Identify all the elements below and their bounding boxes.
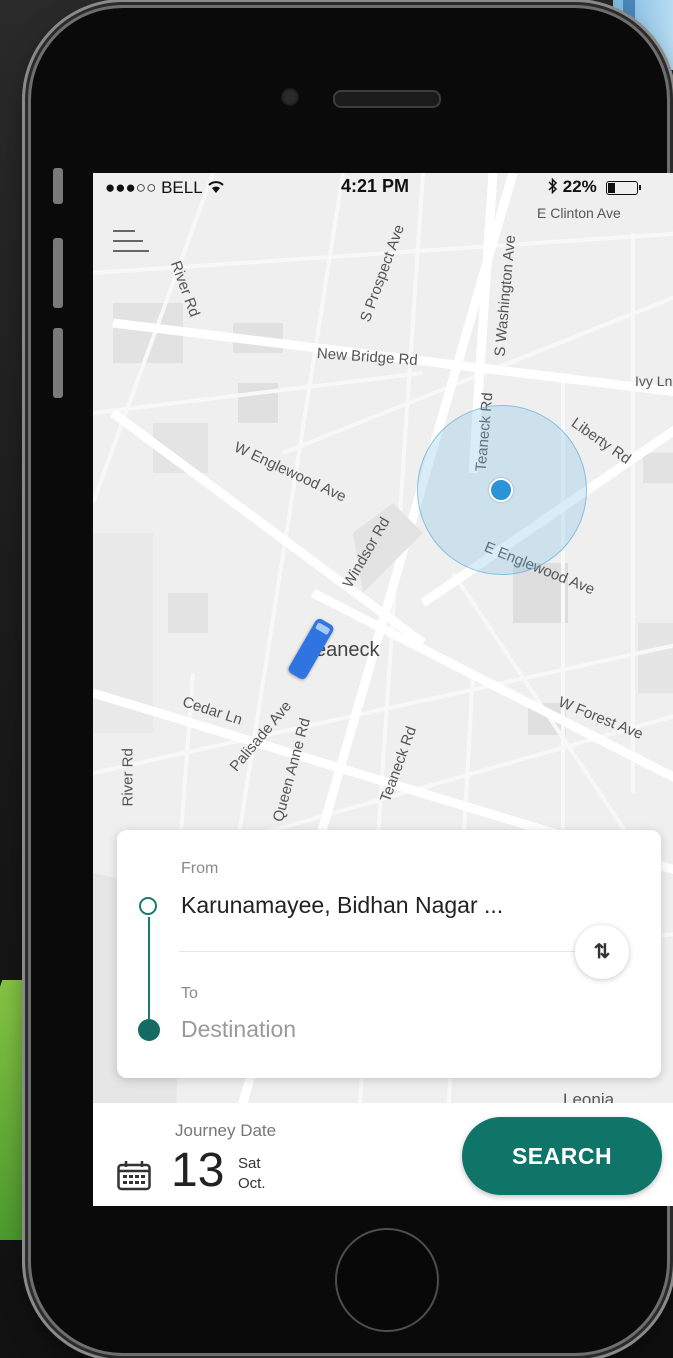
status-battery-group: 22% bbox=[548, 177, 641, 197]
bottom-bar: Journey Date 13 Sat Oct. SEARCH bbox=[93, 1103, 673, 1206]
status-bar: ●●●○○ BELL 4:21 PM 22% bbox=[93, 173, 673, 201]
swap-icon: ⇅ bbox=[593, 941, 611, 963]
mute-switch bbox=[53, 168, 63, 204]
from-field[interactable]: Karunamayee, Bidhan Nagar ... bbox=[181, 892, 503, 919]
calendar-icon[interactable] bbox=[117, 1161, 151, 1191]
stage: E Clinton Ave S Prospect Ave S Washingto… bbox=[0, 0, 673, 1358]
bluetooth-icon bbox=[548, 177, 558, 195]
home-button[interactable] bbox=[335, 1228, 439, 1332]
earpiece-speaker bbox=[333, 90, 441, 108]
route-card: From Karunamayee, Bidhan Nagar ... ⇅ To … bbox=[117, 830, 661, 1078]
journey-weekday: Sat bbox=[238, 1155, 261, 1172]
map-label-ivy-ln: Ivy Ln bbox=[635, 373, 673, 389]
app-screen: E Clinton Ave S Prospect Ave S Washingto… bbox=[93, 173, 673, 1206]
origin-circle-icon bbox=[139, 897, 157, 915]
menu-bar-top bbox=[113, 230, 135, 232]
battery-icon bbox=[605, 180, 641, 195]
battery-percentage: 22% bbox=[562, 177, 597, 196]
carrier-text: ●●●○○ BELL bbox=[105, 178, 203, 197]
from-label: From bbox=[181, 860, 219, 877]
search-button[interactable]: SEARCH bbox=[462, 1117, 662, 1195]
volume-down-button bbox=[53, 328, 63, 398]
menu-bar-middle bbox=[113, 240, 143, 242]
map-label-e-clinton-ave: E Clinton Ave bbox=[537, 205, 621, 221]
status-carrier: ●●●○○ BELL bbox=[105, 178, 225, 198]
front-camera bbox=[281, 88, 299, 106]
map-label-river-rd-bottom: River Rd bbox=[119, 748, 137, 807]
menu-bar-bottom bbox=[113, 250, 149, 252]
route-connector-line bbox=[148, 917, 150, 1019]
destination-field[interactable]: Destination bbox=[181, 1016, 296, 1043]
wifi-icon bbox=[208, 181, 224, 193]
current-location-dot bbox=[489, 478, 513, 502]
journey-month: Oct. bbox=[238, 1175, 266, 1192]
route-divider bbox=[179, 951, 599, 952]
volume-up-button bbox=[53, 238, 63, 308]
journey-date-label: Journey Date bbox=[175, 1121, 277, 1140]
phone-frame: E Clinton Ave S Prospect Ave S Washingto… bbox=[31, 8, 673, 1353]
swap-button[interactable]: ⇅ bbox=[575, 925, 629, 979]
status-time: 4:21 PM bbox=[341, 176, 410, 196]
journey-day[interactable]: 13 bbox=[171, 1147, 224, 1195]
to-label: To bbox=[181, 985, 198, 1002]
destination-dot-icon bbox=[138, 1019, 160, 1041]
menu-button[interactable] bbox=[113, 228, 149, 258]
